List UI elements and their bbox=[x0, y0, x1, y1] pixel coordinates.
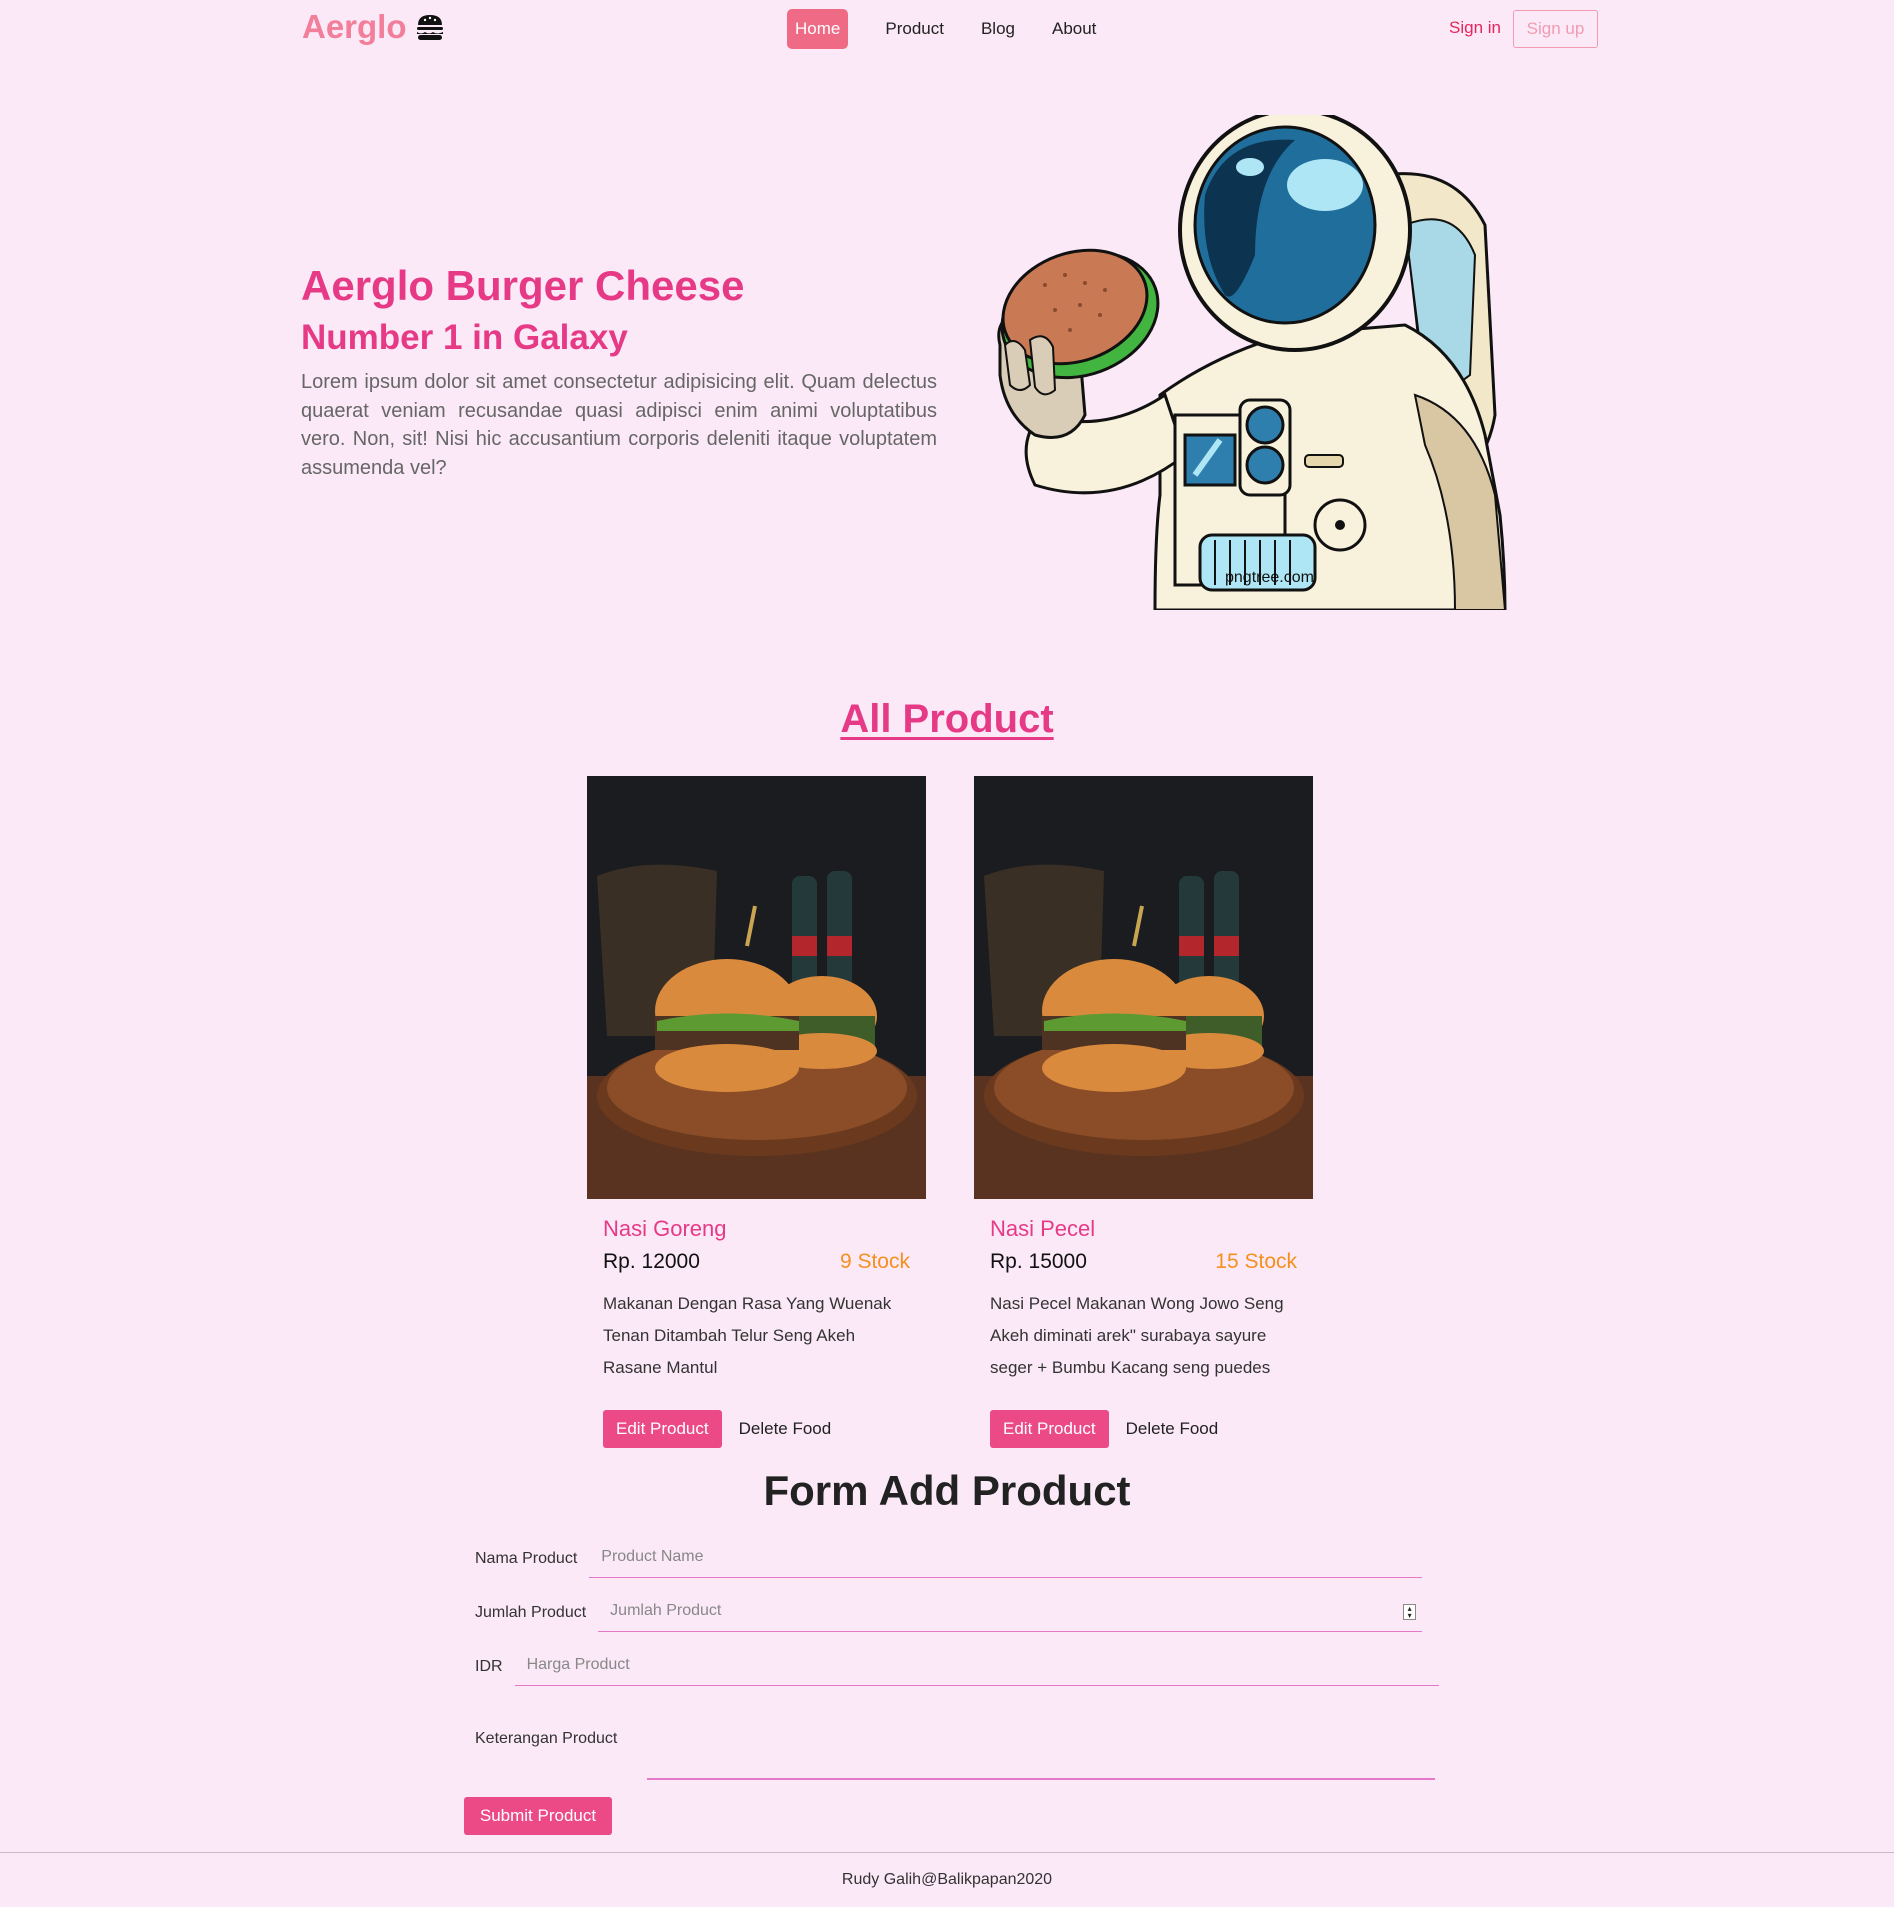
product-price: Rp. 12000 bbox=[603, 1250, 700, 1273]
signup-button[interactable]: Sign up bbox=[1513, 10, 1598, 48]
qty-stepper[interactable]: ▴ ▾ bbox=[1403, 1604, 1417, 1620]
hero-description: Lorem ipsum dolor sit amet consectetur a… bbox=[301, 371, 937, 479]
price-row: IDR bbox=[475, 1650, 1439, 1686]
products-title: All Product bbox=[0, 697, 1894, 742]
qty-label: Jumlah Product bbox=[475, 1604, 587, 1621]
name-label: Nama Product bbox=[475, 1550, 578, 1567]
delete-food-button[interactable]: Delete Food bbox=[739, 1419, 832, 1439]
product-name: Nasi Pecel bbox=[990, 1216, 1096, 1241]
hero-title: Aerglo Burger Cheese bbox=[301, 262, 745, 309]
submit-product-button[interactable]: Submit Product bbox=[464, 1797, 612, 1835]
name-row: Nama Product bbox=[475, 1542, 1423, 1578]
footer-text: Rudy Galih@Balikpapan2020 bbox=[841, 1871, 1053, 1888]
edit-product-button[interactable]: Edit Product bbox=[603, 1410, 722, 1448]
price-label: IDR bbox=[475, 1658, 503, 1675]
products-title-text: All Product bbox=[840, 697, 1054, 741]
burger-icon bbox=[416, 15, 443, 40]
product-stock: 9 Stock bbox=[839, 1250, 910, 1273]
nav-about[interactable]: About bbox=[1044, 9, 1104, 49]
product-card: Nasi Pecel Rp. 15000 15 Stock Nasi Pecel… bbox=[974, 776, 1313, 1448]
product-description-textarea[interactable] bbox=[647, 1778, 1435, 1780]
edit-product-button[interactable]: Edit Product bbox=[990, 1410, 1109, 1448]
navbar: Aerglo Home Product Blog About Sign in S… bbox=[0, 0, 1894, 58]
astronaut-illustration: pngtree.com bbox=[997, 115, 1507, 610]
desc-row: Keterangan Product bbox=[475, 1730, 629, 1758]
product-price: Rp. 15000 bbox=[990, 1250, 1087, 1273]
nav-product[interactable]: Product bbox=[877, 9, 952, 49]
nav-links: Home Product Blog About bbox=[787, 9, 1125, 49]
hero-subtitle: Number 1 in Galaxy bbox=[301, 318, 628, 357]
qty-row: Jumlah Product ▴▾ bbox=[475, 1596, 1423, 1632]
signin-link[interactable]: Sign in bbox=[1449, 18, 1501, 38]
brand-logo[interactable]: Aerglo bbox=[302, 8, 445, 46]
product-description: Nasi Pecel Makanan Wong Jowo Seng Akeh d… bbox=[990, 1294, 1284, 1377]
product-qty-input[interactable] bbox=[598, 1596, 1423, 1632]
form-title: Form Add Product bbox=[763, 1467, 1131, 1514]
nav-blog[interactable]: Blog bbox=[973, 9, 1023, 49]
product-image bbox=[587, 776, 926, 1199]
delete-food-button[interactable]: Delete Food bbox=[1126, 1419, 1219, 1439]
footer-divider bbox=[0, 1852, 1894, 1853]
image-watermark: pngtree.com bbox=[1225, 569, 1314, 586]
desc-label: Keterangan Product bbox=[475, 1730, 618, 1747]
product-name: Nasi Goreng bbox=[603, 1216, 727, 1241]
product-description: Makanan Dengan Rasa Yang Wuenak Tenan Di… bbox=[603, 1294, 892, 1377]
brand-name: Aerglo bbox=[302, 8, 407, 45]
product-stock: 15 Stock bbox=[1215, 1250, 1297, 1273]
product-card: Nasi Goreng Rp. 12000 9 Stock Makanan De… bbox=[587, 776, 926, 1448]
product-price-input[interactable] bbox=[514, 1650, 1439, 1686]
product-name-input[interactable] bbox=[589, 1542, 1423, 1578]
product-image bbox=[974, 776, 1313, 1199]
nav-home[interactable]: Home bbox=[787, 9, 849, 49]
